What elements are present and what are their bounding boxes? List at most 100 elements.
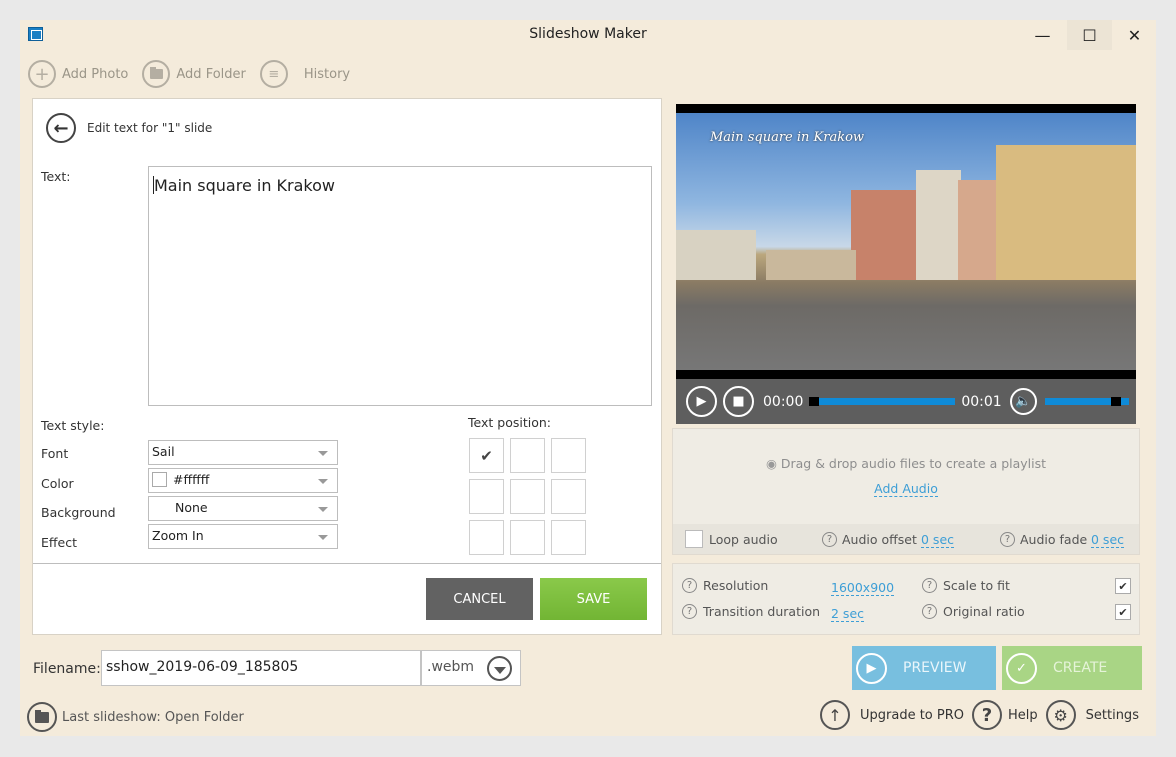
position-bottom-center[interactable] bbox=[510, 520, 545, 555]
minimize-button[interactable]: — bbox=[1020, 20, 1065, 50]
text-label: Text: bbox=[41, 169, 71, 184]
audio-fade-link[interactable]: 0 sec bbox=[1091, 532, 1125, 548]
play-button[interactable]: ▶ bbox=[686, 386, 717, 417]
background-value: None bbox=[175, 500, 208, 515]
help-link[interactable]: ? Help bbox=[972, 700, 1038, 730]
video-preview: Main square in Krakow ▶ ■ 00:00 00:01 🔈 bbox=[676, 104, 1136, 424]
color-label: Color bbox=[41, 476, 74, 491]
resolution-link[interactable]: 1600x900 bbox=[831, 580, 895, 596]
font-value: Sail bbox=[152, 444, 175, 459]
ratio-row: ? Original ratio bbox=[922, 604, 1025, 619]
add-photo-button[interactable]: + Add Photo bbox=[28, 60, 128, 88]
upgrade-link[interactable]: ↑ Upgrade to PRO bbox=[820, 700, 964, 730]
divider bbox=[33, 563, 661, 564]
volume-button[interactable]: 🔈 bbox=[1009, 388, 1037, 415]
font-select[interactable]: Sail bbox=[148, 440, 338, 465]
last-slideshow-link[interactable]: Last slideshow: Open Folder bbox=[27, 702, 244, 732]
loop-audio-checkbox[interactable] bbox=[685, 530, 703, 548]
help-icon[interactable]: ? bbox=[682, 578, 697, 593]
color-select[interactable]: #ffffff bbox=[148, 468, 338, 493]
drop-hint: ◉ Drag & drop audio files to create a pl… bbox=[765, 456, 1047, 471]
stop-button[interactable]: ■ bbox=[723, 386, 754, 417]
check-icon: ✔ bbox=[1118, 579, 1128, 593]
check-icon: ✔ bbox=[1118, 605, 1128, 619]
position-middle-right[interactable] bbox=[551, 479, 586, 514]
history-button[interactable]: ≡ History bbox=[259, 60, 350, 88]
play-icon: ▶ bbox=[696, 394, 707, 409]
seek-handle[interactable] bbox=[809, 397, 820, 406]
settings-link[interactable]: ⚙ Settings bbox=[1045, 700, 1139, 730]
edit-panel-title: Edit text for "1" slide bbox=[87, 121, 213, 135]
text-position-grid: ✔ bbox=[469, 438, 586, 555]
create-button[interactable]: ✓ CREATE bbox=[1002, 646, 1142, 690]
position-top-right[interactable] bbox=[551, 438, 586, 473]
preview-button[interactable]: ▶ PREVIEW bbox=[852, 646, 996, 690]
chevron-down-icon bbox=[318, 451, 328, 456]
audio-playlist-area[interactable]: ◉ Drag & drop audio files to create a pl… bbox=[672, 428, 1140, 555]
effect-label: Effect bbox=[41, 535, 77, 550]
minimize-icon: — bbox=[1034, 25, 1051, 45]
scale-to-fit-checkbox[interactable]: ✔ bbox=[1115, 578, 1131, 594]
audio-options-bar: Loop audio ? Audio offset 0 sec ? Audio … bbox=[673, 524, 1139, 554]
volume-handle[interactable] bbox=[1111, 397, 1122, 406]
help-icon[interactable]: ? bbox=[922, 604, 937, 619]
maximize-button[interactable]: ☐ bbox=[1067, 20, 1112, 50]
close-button[interactable]: ✕ bbox=[1112, 20, 1157, 50]
help-icon[interactable]: ? bbox=[682, 604, 697, 619]
slide-text-input[interactable]: Main square in Krakow bbox=[148, 166, 652, 406]
seek-slider[interactable] bbox=[809, 397, 956, 406]
chevron-down-icon bbox=[318, 507, 328, 512]
help-icon[interactable]: ? bbox=[1000, 532, 1015, 547]
list-icon: ≡ bbox=[259, 60, 288, 88]
resolution-label: Resolution bbox=[703, 578, 769, 593]
player-controls: ▶ ■ 00:00 00:01 🔈 bbox=[676, 379, 1136, 424]
back-button[interactable]: ← bbox=[46, 113, 76, 143]
text-position-label: Text position: bbox=[468, 415, 551, 430]
original-ratio-checkbox[interactable]: ✔ bbox=[1115, 604, 1131, 620]
close-icon: ✕ bbox=[1127, 25, 1142, 45]
background-label: Background bbox=[41, 505, 116, 520]
effect-select[interactable]: Zoom In bbox=[148, 524, 338, 549]
transition-row: ? Transition duration bbox=[682, 604, 820, 619]
ratio-label: Original ratio bbox=[943, 604, 1025, 619]
transition-label: Transition duration bbox=[703, 604, 821, 619]
audio-offset-label: Audio offset bbox=[842, 532, 917, 547]
arrow-up-icon: ↑ bbox=[820, 700, 850, 730]
audio-fade-label: Audio fade bbox=[1020, 532, 1088, 547]
transition-link[interactable]: 2 sec bbox=[831, 606, 865, 622]
position-middle-center[interactable] bbox=[510, 479, 545, 514]
position-bottom-left[interactable] bbox=[469, 520, 504, 555]
position-bottom-right[interactable] bbox=[551, 520, 586, 555]
position-top-left[interactable]: ✔ bbox=[469, 438, 504, 473]
cancel-button[interactable]: CANCEL bbox=[426, 578, 533, 620]
output-settings: ? Resolution 1600x900 ? Transition durat… bbox=[672, 563, 1140, 635]
dropdown-icon[interactable] bbox=[487, 656, 512, 681]
app-window: Slideshow Maker — ☐ ✕ + Add Photo Add Fo… bbox=[20, 20, 1156, 736]
color-swatch bbox=[152, 472, 167, 487]
audio-offset-link[interactable]: 0 sec bbox=[921, 532, 955, 548]
save-button[interactable]: SAVE bbox=[540, 578, 647, 620]
background-select[interactable]: None bbox=[148, 496, 338, 521]
folder-icon bbox=[27, 702, 57, 732]
window-title: Slideshow Maker bbox=[529, 26, 647, 42]
position-middle-left[interactable] bbox=[469, 479, 504, 514]
speaker-icon: ◉ bbox=[765, 456, 777, 471]
filename-input[interactable]: sshow_2019-06-09_185805 bbox=[101, 650, 421, 686]
footer-links: ↑ Upgrade to PRO ? Help ⚙ Settings bbox=[820, 700, 1147, 730]
volume-slider[interactable] bbox=[1044, 397, 1129, 406]
add-audio-link[interactable]: Add Audio bbox=[673, 481, 1139, 497]
chevron-down-icon bbox=[318, 479, 328, 484]
last-slideshow-label: Last slideshow: Open Folder bbox=[62, 709, 244, 725]
add-folder-label: Add Folder bbox=[176, 66, 246, 82]
add-folder-button[interactable]: Add Folder bbox=[142, 60, 246, 88]
help-icon[interactable]: ? bbox=[922, 578, 937, 593]
chevron-down-icon bbox=[318, 535, 328, 540]
help-icon[interactable]: ? bbox=[822, 532, 837, 547]
font-label: Font bbox=[41, 446, 69, 461]
folder-icon bbox=[142, 60, 171, 88]
slide-photo: Main square in Krakow bbox=[676, 113, 1136, 370]
position-top-center[interactable] bbox=[510, 438, 545, 473]
color-value: #ffffff bbox=[173, 472, 210, 487]
resolution-row: ? Resolution bbox=[682, 578, 768, 593]
extension-select[interactable]: .webm bbox=[421, 650, 521, 686]
